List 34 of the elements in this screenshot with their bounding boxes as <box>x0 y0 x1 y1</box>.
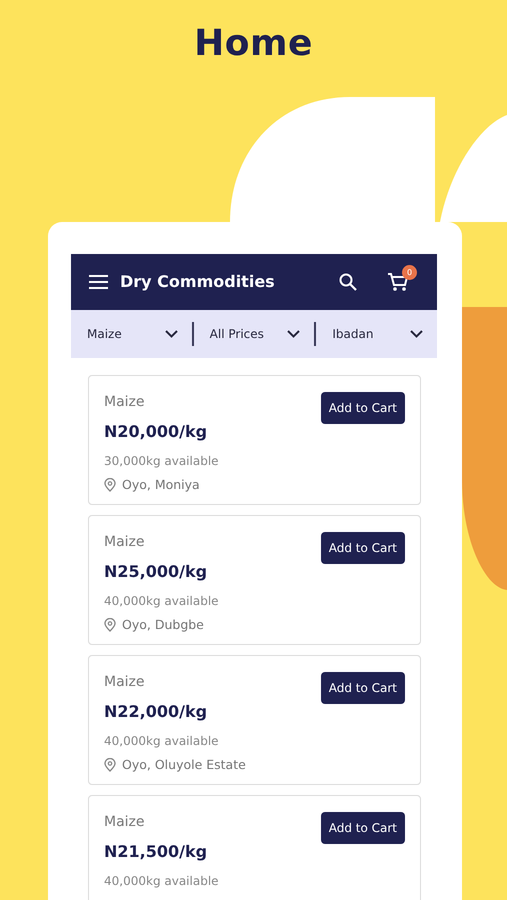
availability-text: 40,000kg available <box>104 733 220 750</box>
location-text: Oyo, Oluyole Estate <box>122 756 246 774</box>
location-pin-icon <box>104 478 116 492</box>
location-pin-icon <box>104 618 116 632</box>
location-text: Oyo, Moniya <box>122 476 200 494</box>
product-name: Maize <box>104 673 146 692</box>
page-title: Home <box>193 22 314 66</box>
add-to-cart-button[interactable]: Add to Cart <box>320 392 405 424</box>
location-text: Oyo, Dubgbe <box>122 616 204 634</box>
add-to-cart-button[interactable]: Add to Cart <box>320 672 405 704</box>
filter-dropdown[interactable]: Ibadan <box>316 310 438 358</box>
chevron-down-icon <box>410 330 424 338</box>
filter-dropdown[interactable]: All Prices <box>194 310 314 358</box>
availability-text: 40,000kg available <box>104 873 219 890</box>
product-price: N20,000/kg <box>104 421 208 443</box>
product-price: N21,500/kg <box>104 841 208 863</box>
product-price: N22,000/kg <box>104 701 208 723</box>
product-price: N25,000/kg <box>104 561 208 583</box>
product-name: Maize <box>104 533 146 552</box>
product-name: Maize <box>104 813 146 832</box>
add-to-cart-button[interactable]: Add to Cart <box>320 812 405 844</box>
chevron-down-icon <box>287 330 300 338</box>
availability-text: 40,000kg available <box>104 593 219 610</box>
add-to-cart-button[interactable]: Add to Cart <box>320 532 405 564</box>
menu-icon[interactable] <box>89 275 108 289</box>
chevron-down-icon <box>164 330 178 338</box>
search-icon[interactable] <box>339 273 357 291</box>
filter-dropdown[interactable]: Maize <box>71 310 192 358</box>
cart-count: 0 <box>402 265 417 280</box>
cart-icon[interactable] <box>387 272 409 292</box>
location-pin-icon <box>104 758 116 772</box>
app-title: Dry Commodities <box>120 271 275 293</box>
product-name: Maize <box>104 393 146 412</box>
availability-text: 30,000kg available <box>104 453 219 470</box>
